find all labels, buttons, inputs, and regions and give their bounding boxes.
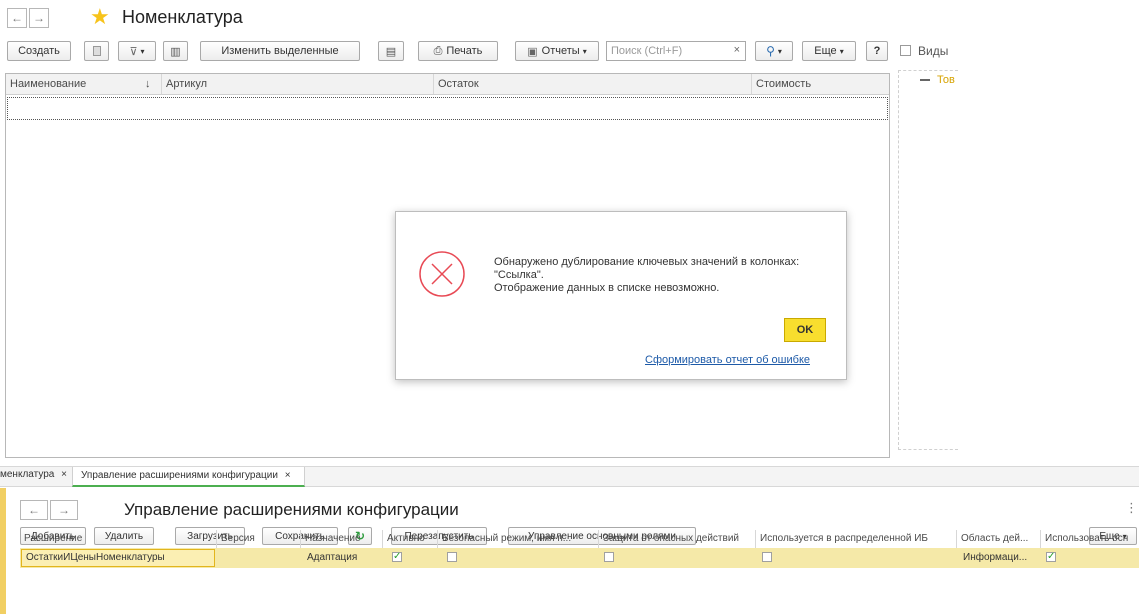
search-button[interactable]: ⚲ ▾ <box>755 41 793 61</box>
forward-button[interactable]: → <box>50 500 78 520</box>
reports-button[interactable]: ▣ Отчеты ▾ <box>515 41 599 61</box>
error-message: Обнаружено дублирование ключевых значени… <box>494 256 799 295</box>
protection-checkbox[interactable] <box>604 552 614 562</box>
dropdown-arrow-icon: ▾ <box>582 46 587 56</box>
arrow-left-icon: ← <box>11 11 23 25</box>
filter-icon: ⊽ <box>129 45 138 58</box>
error-message-line1: Обнаружено дублирование ключевых значени… <box>494 256 800 268</box>
error-message-line3: Отображение данных в списке невозможно. <box>494 282 720 294</box>
ok-button[interactable]: OK <box>784 318 826 342</box>
tab-close-icon[interactable]: × <box>61 469 67 480</box>
error-message-line2: "Ссылка". <box>494 269 544 281</box>
use-main-checkbox[interactable]: ✓ <box>1046 552 1056 562</box>
error-icon <box>419 251 465 297</box>
column-cost[interactable]: Стоимость <box>752 74 889 94</box>
column-article[interactable]: Артикул <box>162 74 434 94</box>
list-settings-button[interactable]: ▤ <box>378 41 404 61</box>
column-protection[interactable]: Защита от опасных действий <box>599 530 756 548</box>
error-dialog: Обнаружено дублирование ключевых значени… <box>395 211 847 380</box>
active-checkbox[interactable]: ✓ <box>392 552 402 562</box>
printer-icon: ⎙ <box>433 44 443 57</box>
cell-extension-name: ОстаткиИЦеныНоменклатуры <box>26 552 165 563</box>
tab-extensions-label: Управление расширениями конфигурации <box>81 470 278 481</box>
tab-extensions[interactable]: Управление расширениями конфигурации × <box>72 467 305 487</box>
report-icon: ▣ <box>527 45 538 58</box>
column-name-label: Наименование <box>10 78 87 90</box>
back-button[interactable]: ← <box>7 8 27 28</box>
tab-nomenclature-label: менклатура <box>0 469 55 480</box>
search-icon: ⚲ <box>766 44 775 58</box>
arrow-right-icon: → <box>33 11 45 25</box>
more-button[interactable]: Еще ▾ <box>802 41 856 61</box>
copy-icon <box>92 46 101 56</box>
safe-mode-checkbox[interactable] <box>447 552 457 562</box>
tab-nomenclature[interactable]: менклатура × <box>0 469 67 485</box>
column-active[interactable]: Активно <box>383 530 438 548</box>
help-button[interactable]: ? <box>866 41 888 61</box>
dropdown-arrow-icon: ▾ <box>777 46 782 56</box>
favorite-star-icon[interactable]: ★ <box>90 5 110 29</box>
table-row-focus[interactable] <box>7 97 888 120</box>
arrow-right-icon: → <box>58 503 70 517</box>
cell-scope: Информаци... <box>963 552 1028 563</box>
types-item[interactable]: Тов <box>937 74 955 86</box>
distributed-checkbox[interactable] <box>762 552 772 562</box>
column-purpose[interactable]: Назначение <box>301 530 383 548</box>
column-safe-mode[interactable]: Безопасный режим, имя п... <box>438 530 599 548</box>
cell-purpose: Адаптация <box>307 552 358 563</box>
search-input[interactable]: Поиск (Ctrl+F) × <box>606 41 746 61</box>
create-button[interactable]: Создать <box>7 41 71 61</box>
print-label: Печать <box>446 45 483 57</box>
print-button[interactable]: ⎙ Печать <box>418 41 498 61</box>
column-name[interactable]: Наименование ↓ <box>6 74 162 94</box>
dropdown-arrow-icon: ▾ <box>839 46 844 56</box>
copy-button[interactable] <box>84 41 109 61</box>
tab-close-icon[interactable]: × <box>285 470 291 481</box>
cell-version <box>219 549 299 567</box>
structure-button[interactable]: ▥ <box>163 41 188 61</box>
column-scope[interactable]: Область дей... <box>957 530 1041 548</box>
extensions-title: Управление расширениями конфигурации <box>124 500 459 519</box>
arrow-left-icon: ← <box>28 503 40 517</box>
column-version[interactable]: Версия <box>217 530 301 548</box>
filter-button[interactable]: ⊽ ▾ <box>118 41 156 61</box>
hierarchy-icon: ▥ <box>170 45 181 58</box>
column-distributed[interactable]: Используется в распределенной ИБ <box>756 530 957 548</box>
types-panel <box>898 70 958 450</box>
search-placeholder: Поиск (Ctrl+F) <box>611 45 683 57</box>
dropdown-arrow-icon: ▾ <box>140 46 145 56</box>
collapse-icon[interactable] <box>920 79 930 81</box>
more-label: Еще <box>814 45 837 57</box>
back-button[interactable]: ← <box>20 500 48 520</box>
reports-label: Отчеты <box>541 45 580 57</box>
search-clear-icon[interactable]: × <box>734 44 740 56</box>
forward-button[interactable]: → <box>29 8 49 28</box>
document-list-icon: ▤ <box>385 45 397 58</box>
error-report-link[interactable]: Сформировать отчет об ошибке <box>645 354 810 366</box>
edit-selected-button[interactable]: Изменить выделенные <box>200 41 360 61</box>
page-title: Номенклатура <box>122 7 243 27</box>
window-menu-icon[interactable]: ⋮ <box>1125 500 1138 516</box>
types-checkbox[interactable] <box>900 45 911 56</box>
column-balance[interactable]: Остаток <box>434 74 752 94</box>
sort-arrow-icon: ↓ <box>145 78 151 90</box>
column-use-main[interactable]: Использовать осн <box>1041 530 1139 548</box>
column-extension[interactable]: Расширение <box>20 530 217 548</box>
types-label: Виды <box>918 44 949 58</box>
